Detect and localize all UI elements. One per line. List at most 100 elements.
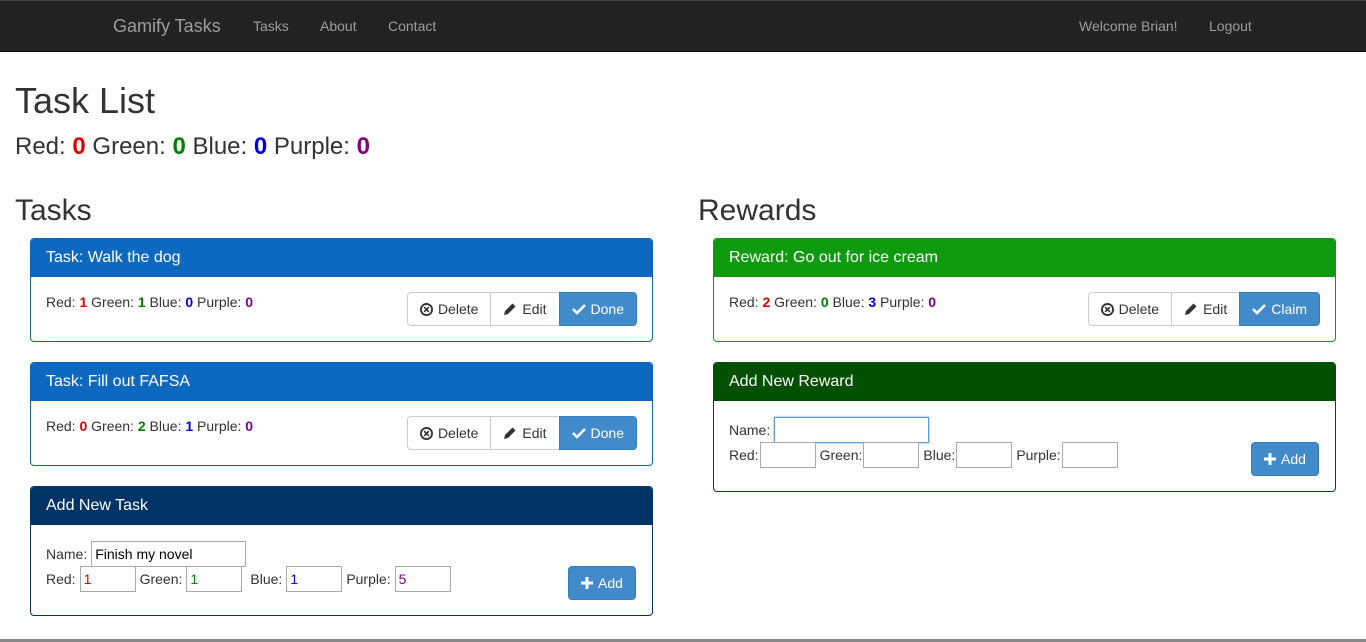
claim-button[interactable]: Claim bbox=[1239, 292, 1320, 326]
reward-name-row: Name: bbox=[729, 417, 930, 443]
checkmark-icon bbox=[571, 303, 586, 315]
edit-button[interactable]: Edit bbox=[490, 416, 560, 450]
stat-red-value: 1 bbox=[79, 294, 88, 310]
page-title: Task List bbox=[15, 80, 156, 121]
reward-red-label: Red: bbox=[729, 447, 759, 463]
done-button[interactable]: Done bbox=[558, 416, 637, 450]
task-stats: Red: 1 Green: 1 Blue: 0 Purple: 0 bbox=[46, 294, 253, 310]
done-button[interactable]: Done bbox=[558, 292, 637, 326]
reward-green-label: Green: bbox=[819, 447, 863, 463]
task-name-input[interactable] bbox=[91, 541, 247, 567]
reward-green-input[interactable] bbox=[863, 442, 920, 468]
stat-green-value: 0 bbox=[820, 294, 829, 310]
points-purple-label: Purple: bbox=[273, 133, 350, 160]
checkmark-icon bbox=[571, 427, 586, 439]
delete-button[interactable]: Delete bbox=[406, 292, 492, 326]
delete-label: Delete bbox=[437, 425, 479, 441]
task-purple-label: Purple: bbox=[346, 571, 391, 587]
stat-green-value: 1 bbox=[137, 294, 146, 310]
reward-red-input[interactable] bbox=[759, 442, 816, 468]
stat-blue-label: Blue: bbox=[832, 294, 865, 310]
plus-icon bbox=[1264, 453, 1276, 465]
task-panel: Task: Walk the dog Red: 1 Green: 1 Blue:… bbox=[30, 238, 653, 342]
reward-actions: Delete Edit Claim bbox=[1087, 292, 1320, 326]
stat-red-label: Red: bbox=[46, 418, 76, 434]
task-title: Task: Fill out FAFSA bbox=[31, 363, 652, 401]
nav-link-contact[interactable]: Contact bbox=[388, 18, 436, 34]
points-red-label: Red: bbox=[15, 133, 66, 160]
task-panel: Task: Fill out FAFSA Red: 0 Green: 2 Blu… bbox=[30, 362, 653, 466]
reward-purple-label: Purple: bbox=[1016, 447, 1061, 463]
reward-panel: Reward: Go out for ice cream Red: 2 Gree… bbox=[713, 238, 1336, 342]
circle-x-icon bbox=[419, 302, 433, 316]
stat-purple-label: Purple: bbox=[197, 418, 242, 434]
welcome-text: Welcome Brian! bbox=[1079, 18, 1178, 34]
edit-button[interactable]: Edit bbox=[490, 292, 560, 326]
stat-red-label: Red: bbox=[46, 294, 76, 310]
stat-purple-value: 0 bbox=[245, 418, 254, 434]
delete-button[interactable]: Delete bbox=[1087, 292, 1173, 326]
add-reward-button[interactable]: Add bbox=[1251, 442, 1319, 476]
reward-name-input[interactable] bbox=[774, 417, 930, 443]
edit-label: Edit bbox=[1203, 301, 1228, 317]
stat-blue-label: Blue: bbox=[149, 294, 182, 310]
stat-blue-value: 3 bbox=[868, 294, 877, 310]
task-blue-input[interactable] bbox=[286, 566, 343, 592]
edit-label: Edit bbox=[522, 425, 547, 441]
task-purple-input[interactable] bbox=[394, 566, 451, 592]
points-blue-value: 0 bbox=[253, 133, 268, 160]
edit-label: Edit bbox=[522, 301, 547, 317]
add-task-button[interactable]: Add bbox=[568, 566, 636, 600]
checkmark-icon bbox=[1252, 303, 1267, 315]
edit-button[interactable]: Edit bbox=[1171, 292, 1241, 326]
delete-button[interactable]: Delete bbox=[406, 416, 492, 450]
nav-link-tasks[interactable]: Tasks bbox=[253, 18, 289, 34]
task-blue-label: Blue: bbox=[250, 571, 283, 587]
task-points-row: Red: Green: Blue: Purple: bbox=[46, 566, 451, 592]
reward-purple-input[interactable] bbox=[1061, 442, 1118, 468]
stat-purple-label: Purple: bbox=[197, 294, 242, 310]
logout-link[interactable]: Logout bbox=[1209, 18, 1252, 34]
claim-label: Claim bbox=[1271, 301, 1307, 317]
brand-link[interactable]: Gamify Tasks bbox=[113, 16, 221, 37]
stat-red-value: 2 bbox=[762, 294, 771, 310]
add-reward-title: Add New Reward bbox=[714, 363, 1335, 401]
task-green-input[interactable] bbox=[186, 566, 243, 592]
stat-blue-value: 1 bbox=[185, 418, 194, 434]
stat-green-label: Green: bbox=[91, 418, 134, 434]
stat-red-value: 0 bbox=[79, 418, 88, 434]
task-red-input[interactable] bbox=[79, 566, 136, 592]
reward-blue-label: Blue: bbox=[923, 447, 956, 463]
task-red-label: Red: bbox=[46, 571, 76, 587]
stat-red-label: Red: bbox=[729, 294, 759, 310]
task-title: Task: Walk the dog bbox=[31, 239, 652, 277]
done-label: Done bbox=[590, 425, 624, 441]
points-blue-label: Blue: bbox=[192, 133, 248, 160]
stat-blue-label: Blue: bbox=[149, 418, 182, 434]
nav-link-about[interactable]: About bbox=[320, 18, 357, 34]
points-purple-value: 0 bbox=[356, 133, 370, 160]
add-reward-panel: Add New Reward Name: Red: Green: Blue: P… bbox=[713, 362, 1336, 492]
delete-label: Delete bbox=[1118, 301, 1160, 317]
pencil-icon bbox=[1184, 302, 1198, 316]
circle-x-icon bbox=[1100, 302, 1114, 316]
stat-purple-value: 0 bbox=[928, 294, 937, 310]
rewards-heading: Rewards bbox=[698, 194, 817, 227]
reward-title: Reward: Go out for ice cream bbox=[714, 239, 1335, 277]
task-actions: Delete Edit Done bbox=[406, 292, 637, 326]
points-green-value: 0 bbox=[172, 133, 186, 160]
reward-stats: Red: 2 Green: 0 Blue: 3 Purple: 0 bbox=[729, 294, 936, 310]
points-green-label: Green: bbox=[92, 133, 166, 160]
stat-green-label: Green: bbox=[774, 294, 817, 310]
reward-blue-input[interactable] bbox=[956, 442, 1013, 468]
task-name-label: Name: bbox=[46, 546, 88, 562]
add-task-title: Add New Task bbox=[31, 487, 652, 525]
pencil-icon bbox=[503, 426, 517, 440]
reward-points-row: Red: Green: Blue: Purple: bbox=[729, 442, 1118, 468]
task-actions: Delete Edit Done bbox=[406, 416, 637, 450]
navbar: Gamify Tasks Tasks About Contact Welcome… bbox=[0, 0, 1366, 52]
stat-purple-label: Purple: bbox=[880, 294, 925, 310]
task-green-label: Green: bbox=[139, 571, 183, 587]
points-summary: Red: 0 Green: 0 Blue: 0 Purple: 0 bbox=[15, 133, 370, 161]
plus-icon bbox=[581, 577, 593, 589]
